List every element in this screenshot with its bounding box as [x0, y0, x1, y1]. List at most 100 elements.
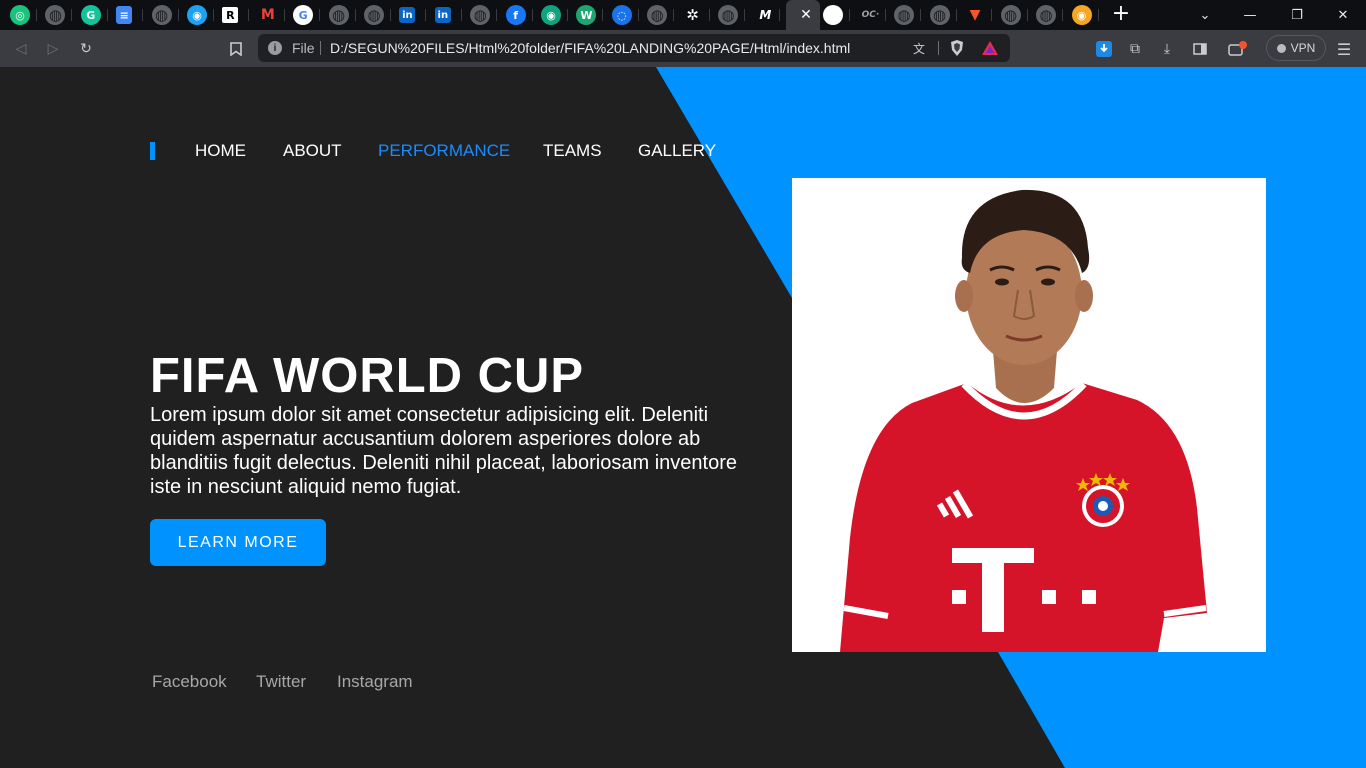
browser-tab-strip: ◎ ◍ G ≡ ◍ ◉ R M G ◍ ◍ in in ◍ f ◉ W ◌ ◍ ✲ ◍ M ✕ ◉ OC· ◍ ◍ ▼ ◍ ◍ ◉ + … [0, 0, 1366, 30]
webflow-icon[interactable]: W [576, 5, 597, 25]
browser-toolbar: ◁ ▷ ↻ i File D:/SEGUN%20FILES/Html%20fol… [0, 30, 1366, 67]
google-docs-icon[interactable]: ≡ [116, 6, 133, 24]
translate-icon[interactable]: 文 [910, 39, 928, 57]
tab-separator [283, 9, 285, 21]
app-icon[interactable]: ◉ [1071, 5, 1092, 25]
chatgpt-icon[interactable]: ◎ [10, 5, 30, 25]
tab-separator [567, 9, 568, 21]
learn-more-button[interactable]: LEARN MORE [150, 519, 326, 566]
nav-gallery[interactable]: GALLERY [638, 142, 716, 160]
tab-separator [71, 9, 73, 21]
app-icon[interactable]: ◉ [187, 5, 207, 25]
forward-button[interactable]: ▷ [42, 38, 64, 60]
tab-separator [1026, 9, 1028, 21]
url-divider [320, 41, 321, 55]
tab-separator [955, 9, 957, 21]
nav-home[interactable]: HOME [195, 142, 246, 160]
brave-shields-icon[interactable] [948, 39, 966, 57]
vpn-label: VPN [1290, 41, 1316, 55]
tab-separator [142, 9, 144, 21]
gmail-icon[interactable]: M [258, 5, 278, 25]
tab-separator [920, 9, 921, 21]
tab-search-chevron-icon[interactable]: ⌄ [1195, 5, 1215, 25]
globe-icon[interactable]: ◍ [1000, 5, 1021, 25]
nav-teams[interactable]: TEAMS [543, 142, 602, 160]
menu-icon[interactable]: ☰ [1333, 38, 1355, 60]
tab-separator [106, 9, 108, 21]
wallet-icon[interactable] [1227, 38, 1249, 60]
app-icon[interactable]: ◉ [823, 5, 843, 25]
globe-icon[interactable]: ◍ [1036, 5, 1056, 25]
openai-icon[interactable]: ✲ [683, 5, 703, 25]
close-window-button[interactable]: ✕ [1333, 5, 1353, 25]
globe-icon[interactable]: ◍ [718, 5, 738, 25]
globe-icon[interactable]: ◍ [894, 5, 914, 25]
tab-separator [319, 9, 321, 21]
globe-icon[interactable]: ◍ [647, 5, 668, 25]
oc-icon[interactable]: OC· [859, 5, 883, 25]
close-tab-icon[interactable]: ✕ [796, 5, 816, 25]
tab-separator [36, 9, 37, 21]
app-icon[interactable]: ◉ [541, 5, 561, 25]
reload-button[interactable]: ↻ [75, 38, 97, 60]
loading-icon[interactable]: ◌ [611, 5, 632, 25]
back-button[interactable]: ◁ [10, 38, 32, 60]
facebook-icon[interactable]: f [505, 5, 526, 25]
address-bar[interactable]: i File D:/SEGUN%20FILES/Html%20folder/FI… [258, 34, 1010, 62]
globe-icon[interactable]: ◍ [151, 5, 172, 25]
medium-icon[interactable]: M [753, 5, 777, 25]
tab-separator [354, 9, 356, 21]
nav-performance[interactable]: PERFORMANCE [378, 142, 510, 160]
restore-button[interactable]: ❐ [1287, 5, 1307, 25]
bookmark-icon[interactable] [225, 38, 247, 60]
tab-separator [248, 9, 250, 21]
nav-about[interactable]: ABOUT [283, 142, 342, 160]
tab-separator [708, 9, 710, 21]
hero-description: Lorem ipsum dolor sit amet consectetur a… [150, 404, 737, 498]
tab-separator [1062, 9, 1063, 21]
landing-page: HOME ABOUT PERFORMANCE TEAMS GALLERY FIF… [0, 67, 1366, 768]
vpn-button[interactable]: VPN [1266, 35, 1326, 61]
minimize-button[interactable]: — [1240, 5, 1260, 25]
tab-separator [496, 9, 498, 21]
tab-separator [177, 9, 179, 21]
globe-icon[interactable]: ◍ [470, 5, 491, 25]
researchgate-icon[interactable]: R [222, 7, 239, 23]
extensions-icon[interactable]: ⧉ [1124, 38, 1146, 60]
tab-separator [213, 9, 214, 21]
player-photo [792, 178, 1266, 652]
new-tab-button[interactable]: + [1110, 3, 1132, 26]
nav-accent-bar [150, 142, 155, 160]
download-extension-icon[interactable] [1093, 38, 1115, 60]
player-illustration [840, 189, 1207, 652]
downloads-icon[interactable]: ⤓ [1156, 38, 1178, 60]
sidebar-icon[interactable] [1189, 38, 1211, 60]
twitter-link[interactable]: Twitter [256, 672, 306, 692]
tab-separator [991, 9, 992, 21]
tab-separator [637, 9, 639, 21]
globe-icon[interactable]: ◍ [45, 5, 66, 25]
facebook-link[interactable]: Facebook [152, 672, 227, 692]
instagram-link[interactable]: Instagram [337, 672, 413, 692]
globe-icon[interactable]: ◍ [364, 5, 384, 25]
vpn-status-dot [1276, 43, 1286, 53]
tab-separator [460, 9, 462, 21]
url-text[interactable]: D:/SEGUN%20FILES/Html%20folder/FIFA%20LA… [330, 40, 850, 56]
globe-icon[interactable]: ◍ [929, 5, 950, 25]
tab-separator [602, 9, 604, 21]
tab-separator [849, 9, 850, 21]
grammarly-icon[interactable]: G [80, 5, 101, 25]
linkedin-icon[interactable]: in [434, 7, 451, 23]
tab-separator [1097, 9, 1099, 21]
tab-separator [779, 9, 781, 21]
tab-separator [744, 9, 745, 21]
file-scheme-label: File [292, 40, 315, 56]
linkedin-icon[interactable]: in [399, 7, 416, 23]
brave-rewards-icon[interactable] [981, 39, 999, 57]
globe-icon[interactable]: ◍ [328, 5, 349, 25]
omnibox-divider [938, 41, 939, 55]
site-info-icon[interactable]: i [268, 41, 282, 55]
tab-separator [531, 9, 533, 21]
brave-icon[interactable]: ▼ [965, 5, 985, 25]
google-icon[interactable]: G [293, 5, 314, 25]
